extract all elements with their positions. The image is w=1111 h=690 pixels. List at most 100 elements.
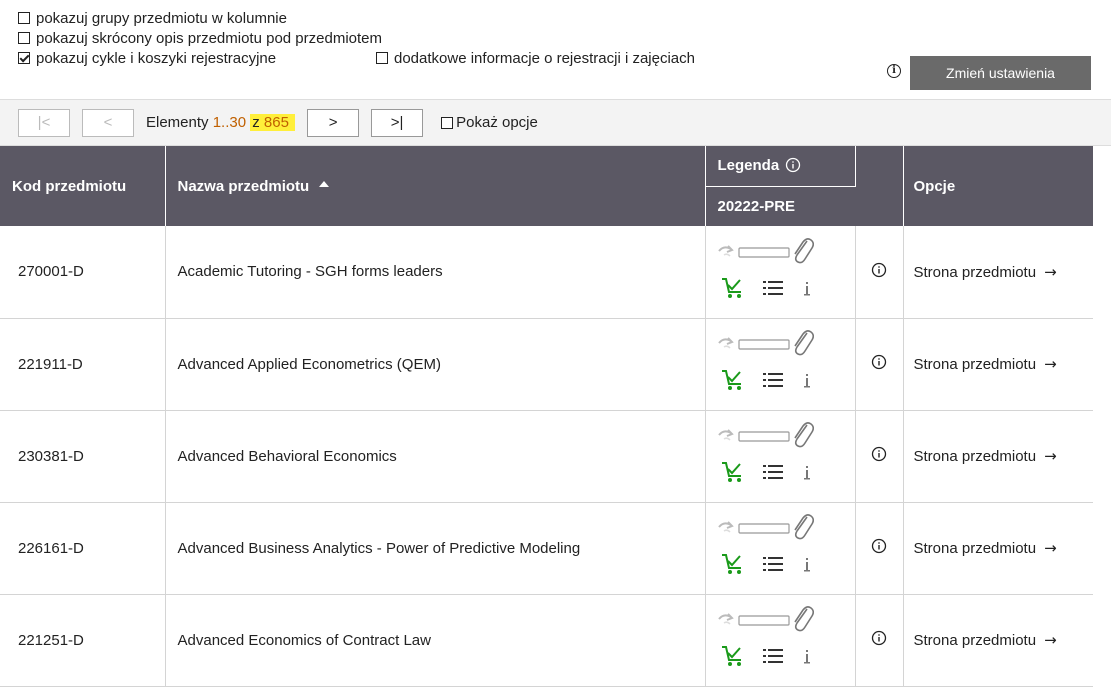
arrow-right-icon: →	[1044, 631, 1057, 649]
checkbox-show-cycles[interactable]	[18, 52, 30, 64]
list-icon[interactable]	[762, 279, 784, 297]
course-page-link-text: Strona przedmiotu	[913, 448, 1037, 465]
info-circle-icon[interactable]	[871, 446, 887, 462]
course-name: Advanced Business Analytics - Power of P…	[165, 502, 706, 595]
course-page-link[interactable]: Strona przedmiotu →	[913, 539, 1057, 557]
option-show-cycles[interactable]: pokazuj cykle i koszyki rejestracyjne	[18, 48, 276, 68]
course-code: 230381-D	[0, 410, 166, 503]
elements-label: Elementy	[146, 114, 209, 131]
header-cycle[interactable]: 20222-PRE	[705, 186, 855, 226]
course-name-text: Advanced Business Analytics - Power of P…	[177, 539, 581, 557]
change-settings-button[interactable]: Zmień ustawienia	[910, 56, 1091, 90]
header-legend[interactable]: Legenda	[705, 146, 856, 187]
course-name: Advanced Behavioral Economics	[165, 410, 706, 503]
list-icon[interactable]	[762, 371, 784, 389]
paperclip-icon[interactable]	[790, 603, 814, 633]
empty-bar-icon	[737, 339, 790, 350]
legend-cell	[705, 410, 856, 503]
header-info	[855, 146, 904, 226]
course-name-text: Advanced Applied Econometrics (QEM)	[177, 355, 441, 373]
cart-check-icon[interactable]	[720, 275, 746, 301]
redo-arrow-icon[interactable]	[716, 611, 738, 629]
cart-check-icon[interactable]	[720, 367, 746, 393]
course-page-link-text: Strona przedmiotu	[913, 263, 1037, 281]
info-letter-icon[interactable]	[802, 649, 812, 665]
header-name[interactable]: Nazwa przedmiotu	[165, 146, 706, 226]
show-options-toggle[interactable]: Pokaż opcje	[441, 114, 538, 131]
sort-ascending-icon	[319, 180, 330, 187]
list-icon[interactable]	[762, 555, 784, 573]
legend-cell	[705, 502, 856, 595]
arrow-right-icon: →	[1044, 262, 1057, 281]
info-circle-icon[interactable]	[871, 538, 887, 554]
paperclip-icon[interactable]	[790, 235, 814, 265]
options-cell: Strona przedmiotu →	[903, 318, 1093, 411]
empty-bar-icon	[737, 247, 790, 258]
info-letter-icon[interactable]	[802, 373, 812, 389]
course-code: 226161-D	[0, 502, 166, 595]
info-icon[interactable]: i	[887, 64, 901, 78]
header-code[interactable]: Kod przedmiotu	[0, 146, 166, 226]
option-extra-info-label: dodatkowe informacje o rejestracji i zaj…	[394, 49, 695, 67]
checkbox-extra-info[interactable]	[376, 52, 388, 64]
info-circle-icon[interactable]	[871, 262, 887, 278]
checkbox-show-short-desc[interactable]	[18, 32, 30, 44]
course-page-link[interactable]: Strona przedmiotu →	[914, 631, 1057, 649]
paperclip-icon[interactable]	[790, 327, 814, 357]
total-value: 865	[263, 114, 289, 131]
next-page-button[interactable]: >	[307, 108, 360, 137]
cart-check-icon[interactable]	[720, 551, 746, 577]
options-cell: Strona przedmiotu →	[903, 410, 1093, 503]
prev-page-button[interactable]: <	[82, 108, 134, 137]
empty-bar-icon	[737, 615, 790, 626]
cart-check-icon[interactable]	[720, 643, 746, 669]
redo-arrow-icon[interactable]	[716, 427, 738, 445]
course-page-link[interactable]: Strona przedmiotu →	[913, 447, 1057, 465]
legend-cell	[705, 226, 856, 319]
redo-arrow-icon[interactable]	[716, 335, 738, 353]
course-page-link[interactable]: Strona przedmiotu →	[914, 355, 1057, 373]
checkbox-show-groups[interactable]	[18, 12, 30, 24]
list-icon[interactable]	[762, 463, 784, 481]
info-circle-icon[interactable]	[785, 157, 801, 173]
course-code: 270001-D	[0, 226, 166, 319]
header-cycle-label: 20222-PRE	[717, 197, 796, 215]
option-show-short-desc[interactable]: pokazuj skrócony opis przedmiotu pod prz…	[18, 28, 382, 48]
table-row: 221251-D Advanced Economics of Contract …	[0, 594, 1093, 687]
checkbox-show-options[interactable]	[441, 116, 454, 129]
first-page-button[interactable]: |<	[18, 108, 70, 137]
last-page-button[interactable]: >|	[371, 108, 424, 137]
info-letter-icon[interactable]	[802, 281, 812, 297]
course-name-text: Academic Tutoring - SGH forms leaders	[177, 263, 443, 281]
info-cell	[855, 318, 904, 411]
option-extra-info[interactable]: dodatkowe informacje o rejestracji i zaj…	[376, 48, 695, 68]
cart-check-icon[interactable]	[720, 459, 746, 485]
option-show-groups[interactable]: pokazuj grupy przedmiotu w kolumnie	[18, 8, 287, 28]
option-show-short-desc-label: pokazuj skrócony opis przedmiotu pod prz…	[36, 29, 383, 47]
option-show-cycles-label: pokazuj cykle i koszyki rejestracyjne	[36, 49, 277, 67]
info-letter-icon[interactable]	[802, 465, 812, 481]
paperclip-icon[interactable]	[790, 419, 814, 449]
redo-arrow-icon[interactable]	[716, 243, 738, 261]
list-icon[interactable]	[762, 647, 784, 665]
course-page-link-text: Strona przedmiotu	[913, 540, 1037, 557]
legend-icons	[706, 227, 851, 317]
courses-table: Kod przedmiotu Nazwa przedmiotu Legenda …	[0, 146, 1093, 687]
redo-arrow-icon[interactable]	[716, 519, 738, 537]
option-show-groups-label: pokazuj grupy przedmiotu w kolumnie	[36, 9, 287, 27]
info-letter-icon[interactable]	[802, 557, 812, 573]
course-page-link[interactable]: Strona przedmiotu →	[913, 262, 1057, 281]
course-code: 221911-D	[0, 318, 166, 411]
course-name: Academic Tutoring - SGH forms leaders	[165, 226, 706, 319]
header-options: Opcje	[903, 146, 1093, 226]
course-name: Advanced Economics of Contract Law	[165, 594, 706, 687]
legend-cell	[705, 318, 856, 411]
table-body: 270001-D Academic Tutoring - SGH forms l…	[0, 226, 1093, 687]
info-circle-icon[interactable]	[871, 630, 887, 646]
pagination-bar: |< < Elementy 1..30 z 865 > >| Pokaż opc…	[0, 100, 1111, 146]
info-cell	[855, 594, 904, 687]
paperclip-icon[interactable]	[790, 511, 814, 541]
header-legend-label: Legenda	[717, 157, 780, 175]
info-circle-icon[interactable]	[871, 354, 887, 370]
course-code-text: 221911-D	[18, 355, 83, 373]
